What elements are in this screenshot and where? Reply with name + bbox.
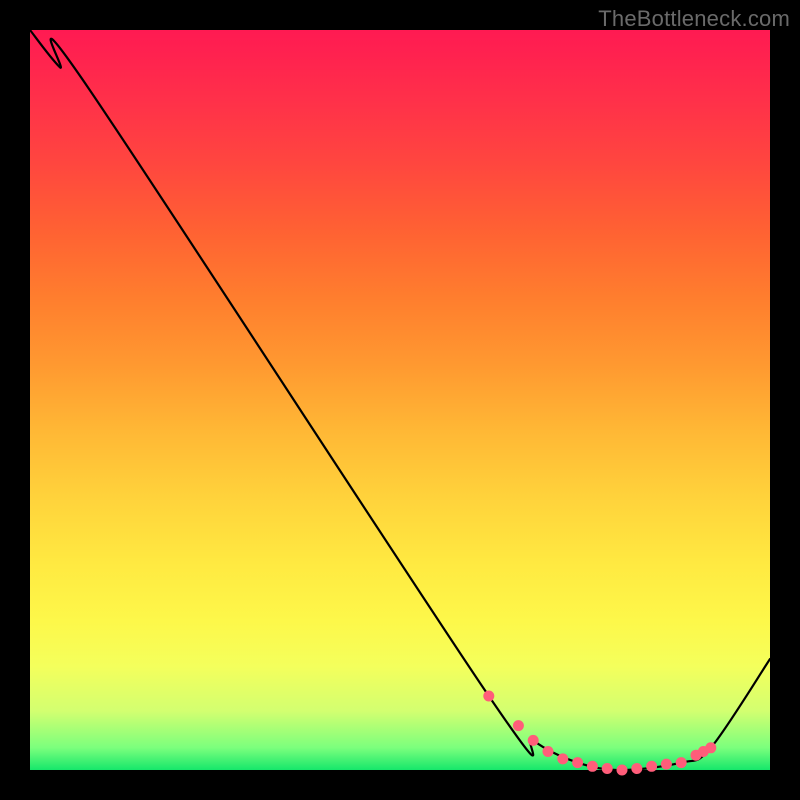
highlight-dot bbox=[617, 765, 628, 776]
highlight-dot bbox=[513, 720, 524, 731]
highlight-dot bbox=[646, 761, 657, 772]
highlight-dot bbox=[676, 757, 687, 768]
chart-frame: TheBottleneck.com bbox=[0, 0, 800, 800]
highlight-dot bbox=[602, 763, 613, 774]
highlight-dot bbox=[587, 761, 598, 772]
highlight-dot bbox=[557, 753, 568, 764]
highlight-dot bbox=[661, 759, 672, 770]
highlight-dot bbox=[483, 691, 494, 702]
bottleneck-curve bbox=[30, 30, 770, 770]
highlight-dot bbox=[572, 757, 583, 768]
highlight-dot bbox=[631, 763, 642, 774]
highlight-dot bbox=[528, 735, 539, 746]
highlight-dots bbox=[483, 691, 716, 776]
watermark-text: TheBottleneck.com bbox=[598, 6, 790, 32]
highlight-dot bbox=[543, 746, 554, 757]
plot-area bbox=[30, 30, 770, 770]
chart-svg bbox=[30, 30, 770, 770]
highlight-dot bbox=[705, 742, 716, 753]
